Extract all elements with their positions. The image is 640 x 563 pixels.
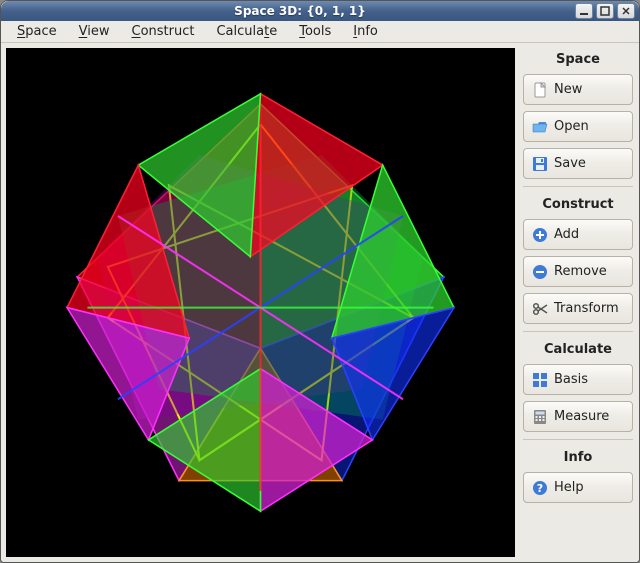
grid-icon (532, 372, 548, 388)
calculator-icon (532, 409, 548, 425)
open-label: Open (554, 119, 589, 134)
new-label: New (554, 82, 582, 97)
basis-label: Basis (554, 372, 588, 387)
close-button[interactable] (617, 3, 635, 19)
measure-label: Measure (554, 409, 609, 424)
viewport-container (1, 43, 519, 562)
section-title-construct: Construct (523, 194, 633, 213)
plus-circle-icon (532, 227, 548, 243)
maximize-icon (600, 6, 610, 16)
scissors-icon (532, 301, 548, 317)
content-area: Space New Open Save Construct (1, 43, 639, 562)
add-label: Add (554, 227, 579, 242)
sidebar: Space New Open Save Construct (519, 43, 639, 562)
basis-button[interactable]: Basis (523, 364, 633, 395)
new-button[interactable]: New (523, 74, 633, 105)
file-new-icon (532, 82, 548, 98)
menu-construct[interactable]: Construct (122, 21, 205, 42)
section-title-space: Space (523, 49, 633, 68)
divider (523, 439, 633, 440)
menubar: Space View Construct Calculate Tools Inf… (1, 21, 639, 43)
divider (523, 186, 633, 187)
close-icon (621, 6, 631, 16)
minimize-button[interactable] (575, 3, 593, 19)
window-title: Space 3D: {0, 1, 1} (25, 4, 575, 18)
svg-text:?: ? (537, 482, 543, 495)
help-button[interactable]: ? Help (523, 472, 633, 503)
save-label: Save (554, 156, 586, 171)
divider (523, 331, 633, 332)
transform-button[interactable]: Transform (523, 293, 633, 324)
help-label: Help (554, 480, 584, 495)
section-title-info: Info (523, 447, 633, 466)
section-title-calculate: Calculate (523, 339, 633, 358)
menu-tools[interactable]: Tools (289, 21, 341, 42)
3d-viewport[interactable] (6, 48, 515, 557)
maximize-button[interactable] (596, 3, 614, 19)
menu-view[interactable]: View (69, 21, 120, 42)
app-window: Space 3D: {0, 1, 1} Space View Construct… (0, 0, 640, 563)
save-button[interactable]: Save (523, 148, 633, 179)
floppy-save-icon (532, 156, 548, 172)
minus-circle-icon (532, 264, 548, 280)
menu-info[interactable]: Info (343, 21, 388, 42)
folder-open-icon (532, 119, 548, 135)
add-button[interactable]: Add (523, 219, 633, 250)
open-button[interactable]: Open (523, 111, 633, 142)
menu-calculate[interactable]: Calculate (206, 21, 287, 42)
transform-label: Transform (554, 301, 619, 316)
help-circle-icon: ? (532, 480, 548, 496)
polyhedron-render (6, 48, 515, 557)
remove-label: Remove (554, 264, 607, 279)
measure-button[interactable]: Measure (523, 401, 633, 432)
menu-space[interactable]: Space (7, 21, 67, 42)
window-controls (575, 3, 635, 19)
remove-button[interactable]: Remove (523, 256, 633, 287)
minimize-icon (579, 6, 589, 16)
titlebar[interactable]: Space 3D: {0, 1, 1} (1, 1, 639, 21)
